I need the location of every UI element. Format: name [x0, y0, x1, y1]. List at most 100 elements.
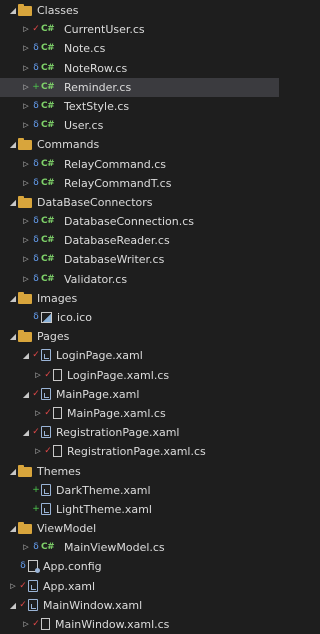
tree-item-label: LightTheme.xaml	[56, 502, 152, 516]
tree-item-mainpage-xaml-cs[interactable]: ▷ ✓ MainPage.xaml.cs	[0, 404, 279, 423]
xaml-file-icon	[28, 598, 38, 611]
tree-item-label: Reminder.cs	[64, 80, 132, 94]
tree-item-label: CurrentUser.cs	[64, 23, 145, 37]
lock-icon: δ	[33, 62, 39, 73]
tree-item-textstyle-cs[interactable]: ▷ δ C# TextStyle.cs	[0, 97, 279, 116]
chevron-down-icon[interactable]: ◢	[8, 327, 18, 346]
tree-item-databasereader-cs[interactable]: ▷ δ C# DatabaseReader.cs	[0, 231, 279, 250]
chevron-right-icon[interactable]: ▷	[33, 404, 43, 423]
chevron-down-icon[interactable]: ◢	[8, 462, 18, 481]
chevron-down-icon[interactable]: ◢	[21, 423, 31, 442]
tree-item-app-xaml[interactable]: ▷ ✓ App.xaml	[0, 577, 279, 596]
tree-item-validator-cs[interactable]: ▷ δ C# Validator.cs	[0, 270, 279, 289]
plus-icon: +	[32, 484, 40, 495]
csharp-file-icon: C#	[41, 273, 55, 284]
tree-item-reminder-cs[interactable]: ▷ +C# Reminder.cs	[0, 77, 279, 97]
tree-item-darktheme-xaml[interactable]: + DarkTheme.xaml	[0, 481, 279, 500]
xaml-file-icon	[41, 483, 51, 496]
code-file-icon	[53, 406, 62, 419]
tree-item-label: Themes	[37, 464, 81, 478]
tree-item-currentuser-cs[interactable]: ▷ ✓C# CurrentUser.cs	[0, 20, 279, 39]
tree-item-label: ico.ico	[57, 311, 92, 324]
chevron-right-icon[interactable]: ▷	[21, 39, 31, 58]
chevron-right-icon[interactable]: ▷	[21, 174, 31, 193]
chevron-right-icon[interactable]: ▷	[21, 538, 31, 557]
xaml-file-icon	[41, 387, 51, 400]
tree-item-user-cs[interactable]: ▷ δ C# User.cs	[0, 116, 279, 135]
tree-item-relaycommandt-cs[interactable]: ▷ δ C# RelayCommandT.cs	[0, 174, 279, 193]
tree-item-themes[interactable]: ◢ Themes	[0, 462, 279, 481]
chevron-right-icon[interactable]: ▷	[21, 212, 31, 231]
tree-item-classes[interactable]: ◢ Classes	[0, 1, 279, 20]
tree-item-registrationpage-xaml-cs[interactable]: ▷ ✓ RegistrationPage.xaml.cs	[0, 442, 279, 461]
chevron-down-icon[interactable]: ◢	[8, 193, 18, 212]
xaml-file-icon	[41, 426, 51, 439]
checkmark-icon: ✓	[32, 350, 40, 361]
chevron-right-icon[interactable]: ▷	[21, 59, 31, 78]
chevron-down-icon[interactable]: ◢	[8, 1, 18, 20]
chevron-right-icon[interactable]: ▷	[33, 366, 43, 385]
chevron-down-icon[interactable]: ◢	[8, 519, 18, 538]
tree-item-databasewriter-cs[interactable]: ▷ δ C# DatabaseWriter.cs	[0, 250, 279, 269]
chevron-right-icon[interactable]: ▷	[21, 97, 31, 116]
folder-icon	[18, 4, 32, 16]
tree-item-label: MainWindow.xaml	[43, 598, 143, 612]
tree-item-viewmodel[interactable]: ◢ ViewModel	[0, 519, 279, 538]
tree-item-images[interactable]: ◢ Images	[0, 289, 279, 308]
chevron-down-icon[interactable]: ◢	[8, 289, 18, 308]
chevron-right-icon[interactable]: ▷	[21, 116, 31, 135]
xaml-file-icon	[41, 502, 51, 515]
chevron-right-icon[interactable]: ▷	[21, 20, 31, 39]
chevron-right-icon[interactable]: ▷	[21, 231, 31, 250]
tree-item-app-config[interactable]: δ App.config	[0, 557, 279, 576]
tree-item-mainwindow-xaml-cs[interactable]: ▷ ✓ MainWindow.xaml.cs	[0, 615, 279, 634]
tree-item-label: Images	[37, 291, 78, 305]
tree-item-registrationpage-xaml[interactable]: ◢ ✓ RegistrationPage.xaml	[0, 423, 279, 442]
chevron-right-icon[interactable]: ▷	[8, 577, 18, 596]
tree-item-lighttheme-xaml[interactable]: + LightTheme.xaml	[0, 500, 279, 519]
chevron-right-icon[interactable]: ▷	[21, 250, 31, 269]
csharp-file-icon: C#	[41, 158, 55, 169]
tree-item-relaycommand-cs[interactable]: ▷ δ C# RelayCommand.cs	[0, 155, 279, 174]
checkmark-icon: ✓	[32, 619, 40, 629]
chevron-right-icon[interactable]: ▷	[21, 270, 31, 289]
tree-item-commands[interactable]: ◢ Commands	[0, 135, 279, 154]
chevron-right-icon[interactable]: ▷	[21, 155, 31, 174]
chevron-right-icon[interactable]: ▷	[21, 78, 31, 97]
tree-item-mainpage-xaml[interactable]: ◢ ✓ MainPage.xaml	[0, 385, 279, 404]
lock-icon: δ	[33, 312, 39, 322]
tree-item-loginpage-xaml[interactable]: ◢ ✓ LoginPage.xaml	[0, 346, 279, 365]
tree-item-label: DatabaseReader.cs	[64, 234, 170, 248]
plus-icon: +	[32, 81, 40, 92]
tree-item-label: DataBaseConnectors	[37, 195, 153, 209]
tree-item-label: DatabaseConnection.cs	[64, 215, 195, 229]
tree-item-loginpage-xaml-cs[interactable]: ▷ ✓ LoginPage.xaml.cs	[0, 366, 279, 385]
tree-item-mainwindow-xaml[interactable]: ◢ ✓ MainWindow.xaml	[0, 596, 279, 615]
tree-item-ico-ico[interactable]: δ ico.ico	[0, 308, 279, 327]
csharp-file-icon: C#	[41, 100, 55, 111]
tree-item-databaseconnectors[interactable]: ◢ DataBaseConnectors	[0, 193, 279, 212]
csharp-file-icon: C#	[41, 216, 55, 227]
tree-item-note-cs[interactable]: ▷ δ C# Note.cs	[0, 39, 279, 58]
tree-item-pages[interactable]: ◢ Pages	[0, 327, 279, 346]
chevron-down-icon[interactable]: ◢	[21, 346, 31, 365]
tree-item-label: RelayCommandT.cs	[64, 176, 172, 190]
tree-item-mainviewmodel-cs[interactable]: ▷ δ C# MainViewModel.cs	[0, 538, 279, 557]
chevron-down-icon[interactable]: ◢	[21, 385, 31, 404]
config-file-icon	[28, 560, 40, 574]
tree-item-databaseconnection-cs[interactable]: ▷ δ C# DatabaseConnection.cs	[0, 212, 279, 231]
chevron-down-icon[interactable]: ◢	[8, 135, 18, 154]
chevron-right-icon[interactable]: ▷	[21, 615, 31, 634]
chevron-down-icon[interactable]: ◢	[8, 596, 18, 615]
tree-item-noterow-cs[interactable]: ▷ δ C# NoteRow.cs	[0, 59, 279, 78]
chevron-right-icon[interactable]: ▷	[33, 442, 43, 461]
folder-icon	[18, 522, 32, 535]
